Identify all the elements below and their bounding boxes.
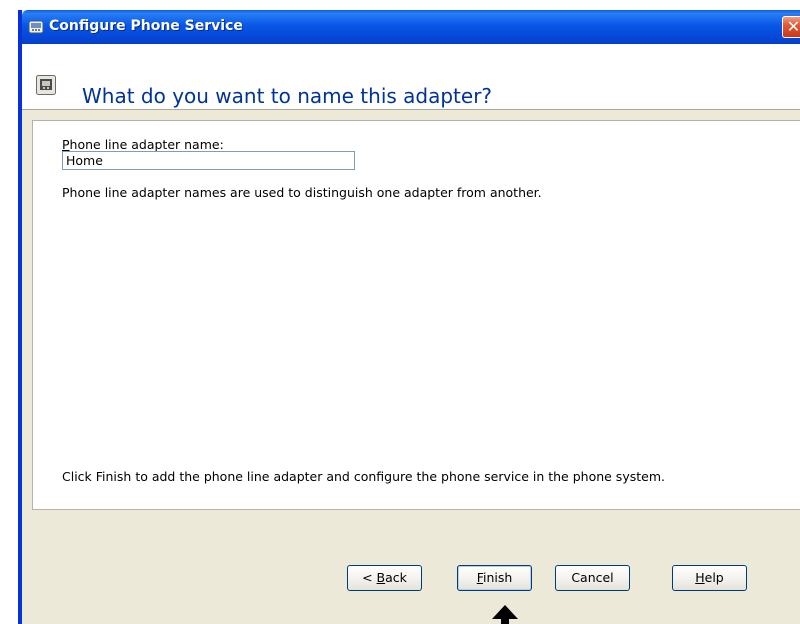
page-title: What do you want to name this adapter? xyxy=(82,84,493,108)
up-arrow-icon xyxy=(492,605,518,624)
wizard-header: What do you want to name this adapter? xyxy=(22,44,800,110)
finish-label: inish xyxy=(482,570,513,585)
adapter-name-label: Phone line adapter name: xyxy=(62,137,224,152)
window-title: Configure Phone Service xyxy=(49,18,243,34)
phone-adapter-icon xyxy=(36,75,56,95)
back-prefix: < xyxy=(362,570,377,585)
close-icon: ✕ xyxy=(786,17,800,36)
back-button[interactable]: < Back xyxy=(347,565,422,591)
help-accelerator: H xyxy=(695,570,705,585)
configure-phone-service-dialog: Configure Phone Service ✕ What do you wa… xyxy=(18,10,800,624)
label-text: hone line adapter name: xyxy=(69,137,224,152)
finish-button[interactable]: Finish xyxy=(457,565,532,591)
back-label: ack xyxy=(385,570,407,585)
close-button[interactable]: ✕ xyxy=(782,16,800,38)
back-accelerator: B xyxy=(376,570,386,585)
content-panel xyxy=(32,120,800,510)
adapter-name-input[interactable] xyxy=(62,151,355,170)
label-accelerator: P xyxy=(62,137,70,152)
finish-instructions: Click Finish to add the phone line adapt… xyxy=(62,469,665,484)
help-button[interactable]: Help xyxy=(672,565,747,591)
title-bar[interactable]: Configure Phone Service ✕ xyxy=(22,10,800,44)
cancel-button[interactable]: Cancel xyxy=(555,565,630,591)
phone-service-icon xyxy=(28,20,44,34)
adapter-name-help-text: Phone line adapter names are used to dis… xyxy=(62,185,542,200)
help-label: elp xyxy=(704,570,724,585)
